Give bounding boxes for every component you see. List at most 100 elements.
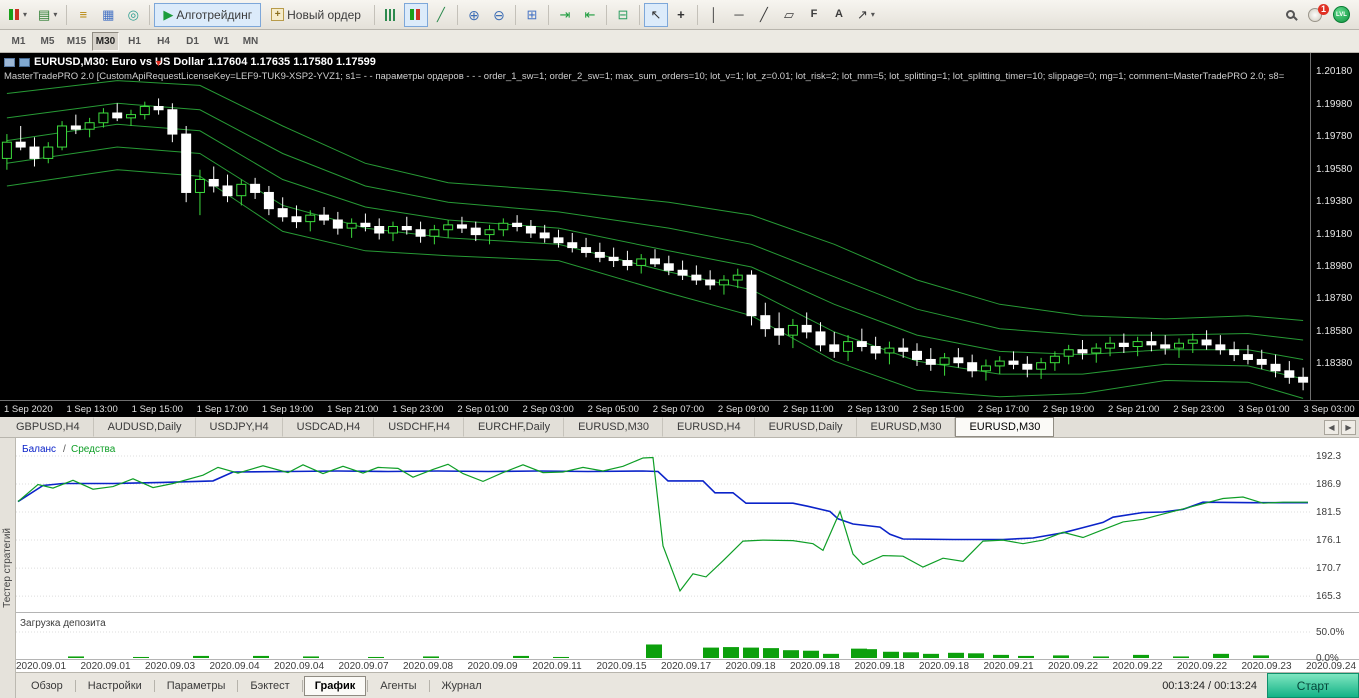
candle (127, 115, 136, 118)
date-axis-label: 2020.09.01 (80, 661, 130, 672)
candle (678, 270, 687, 275)
tile-windows-button[interactable]: ⊞ (520, 3, 544, 27)
toolbar-separator (66, 5, 67, 25)
chart-tab-usdjpy-h4[interactable]: USDJPY,H4 (196, 417, 283, 437)
chart-tab-gbpusd-h4[interactable]: GBPUSD,H4 (2, 417, 94, 437)
zoom-out-button[interactable]: ⊖ (487, 3, 511, 27)
cursor-button[interactable]: ↖ (644, 3, 668, 27)
timeframe-button-w1[interactable]: W1 (208, 32, 235, 51)
search-button[interactable] (1278, 3, 1302, 27)
chart-tab-eurusd-h4[interactable]: EURUSD,H4 (663, 417, 755, 437)
time-axis-label: 1 Sep 17:00 (197, 404, 248, 415)
price-axis[interactable]: 1.201801.199801.197801.195801.193801.191… (1310, 53, 1359, 400)
auto-scroll-button[interactable]: ⇥ (553, 3, 577, 27)
bars-mode-button[interactable] (379, 3, 403, 27)
candle (995, 361, 1004, 366)
chart-tab-list: GBPUSD,H4AUDUSD,DailyUSDJPY,H4USDCAD,H4U… (2, 417, 1054, 437)
tester-tab-график[interactable]: График (304, 676, 367, 696)
candle (278, 209, 287, 217)
candle (513, 223, 522, 226)
time-axis-label: 1 Sep 23:00 (392, 404, 443, 415)
vertical-line-button[interactable]: │ (702, 3, 726, 27)
crosshair-button[interactable]: + (669, 3, 693, 27)
candle (16, 142, 25, 147)
arrows-dropdown[interactable]: ↗ ▾ (852, 3, 880, 27)
timeframe-button-mn[interactable]: MN (237, 32, 264, 51)
sell-arrow-marker: ▼ (154, 58, 163, 68)
indicators-button[interactable]: ⊟ (611, 3, 635, 27)
timeframe-button-h4[interactable]: H4 (150, 32, 177, 51)
text-button[interactable]: A (827, 3, 851, 27)
chart-tab-eurusd-m30[interactable]: EURUSD,M30 (955, 417, 1054, 437)
candles-mode-button[interactable] (404, 3, 428, 27)
balance-axis-label: 165.3 (1316, 591, 1341, 602)
chart-tab-eurusd-m30[interactable]: EURUSD,M30 (564, 417, 663, 437)
chart-tab-audusd-daily[interactable]: AUDUSD,Daily (94, 417, 196, 437)
timeframe-button-h1[interactable]: H1 (121, 32, 148, 51)
tabs-scroll-right-button[interactable]: ▶ (1341, 420, 1356, 435)
timeframe-button-m5[interactable]: M5 (34, 32, 61, 51)
toolbar-separator (457, 5, 458, 25)
timeframe-button-d1[interactable]: D1 (179, 32, 206, 51)
time-axis-label: 1 Sep 21:00 (327, 404, 378, 415)
zoom-in-button[interactable]: ⊕ (462, 3, 486, 27)
chart-area[interactable]: EURUSD,M30: Euro vs US Dollar 1.17604 1.… (0, 53, 1359, 400)
tester-tab-настройки[interactable]: Настройки (77, 676, 153, 696)
tab-separator (429, 680, 430, 692)
tester-tab-обзор[interactable]: Обзор (20, 676, 74, 696)
candle (1133, 342, 1142, 347)
deposit-load-bar (553, 657, 569, 658)
tester-tab-бэктест[interactable]: Бэктест (239, 676, 300, 696)
candle (58, 126, 67, 147)
mql5-level-button[interactable]: LVL (1328, 3, 1355, 27)
balance-axis-label: 186.9 (1316, 479, 1341, 490)
candle (1175, 343, 1184, 348)
timeframe-button-m15[interactable]: M15 (63, 32, 90, 51)
tabs-scroll-left-button[interactable]: ◀ (1324, 420, 1339, 435)
time-axis[interactable]: 1 Sep 20201 Sep 13:001 Sep 15:001 Sep 17… (0, 400, 1359, 417)
legend-balance: Баланс (22, 444, 56, 455)
chart-shift-button[interactable]: ⇤ (578, 3, 602, 27)
chart-tab-eurusd-m30[interactable]: EURUSD,M30 (857, 417, 956, 437)
channel-button[interactable]: ▱ (777, 3, 801, 27)
candle (457, 225, 466, 228)
date-axis-label: 2020.09.07 (338, 661, 388, 672)
text-label-icon: A (835, 9, 843, 20)
chart-tab-usdchf-h4[interactable]: USDCHF,H4 (374, 417, 464, 437)
timeframe-button-m1[interactable]: M1 (5, 32, 32, 51)
tester-tab-журнал[interactable]: Журнал (431, 676, 493, 696)
deposit-load-bar (968, 653, 984, 658)
start-button[interactable]: Старт (1267, 673, 1359, 698)
chart-tab-usdcad-h4[interactable]: USDCAD,H4 (283, 417, 375, 437)
candle (154, 107, 163, 110)
fibonacci-button[interactable]: F (802, 3, 826, 27)
new-order-button[interactable]: + Новый ордер (262, 3, 370, 27)
chart-title: EURUSD,M30: Euro vs US Dollar 1.17604 1.… (4, 56, 376, 68)
chart-title-text: EURUSD,M30: Euro vs US Dollar 1.17604 1.… (34, 56, 376, 68)
horizontal-line-button[interactable]: ─ (727, 3, 751, 27)
chart-tab-eurusd-daily[interactable]: EURUSD,Daily (755, 417, 857, 437)
tester-tab-параметры[interactable]: Параметры (156, 676, 237, 696)
chart-tab-eurchf-daily[interactable]: EURCHF,Daily (464, 417, 564, 437)
templates-dropdown[interactable]: ▤ ▾ (33, 3, 62, 27)
candle (1064, 350, 1073, 356)
market-watch-button[interactable]: ≡ (71, 3, 95, 27)
new-order-label: Новый ордер (287, 8, 361, 22)
algo-trading-button[interactable]: ▶ Алготрейдинг (154, 3, 261, 27)
timeframe-button-m30[interactable]: M30 (92, 32, 119, 51)
candle (223, 186, 232, 196)
notifications-button[interactable]: 1 (1303, 3, 1327, 27)
strategy-tester-region: Тестер стратегий 192.3186.9181.5176.1170… (0, 438, 1359, 698)
candle (981, 366, 990, 371)
toolbar-separator (639, 5, 640, 25)
new-chart-dropdown[interactable]: ▾ (4, 3, 32, 27)
tab-separator (75, 680, 76, 692)
tester-tab-агенты[interactable]: Агенты (369, 676, 427, 696)
line-mode-button[interactable]: ╱ (429, 3, 453, 27)
candle (1009, 361, 1018, 364)
data-window-button[interactable]: ▦ (96, 3, 120, 27)
candle (1285, 371, 1294, 377)
chevron-down-icon: ▾ (53, 10, 57, 19)
navigator-button[interactable]: ◎ (121, 3, 145, 27)
trendline-button[interactable]: ╱ (752, 3, 776, 27)
